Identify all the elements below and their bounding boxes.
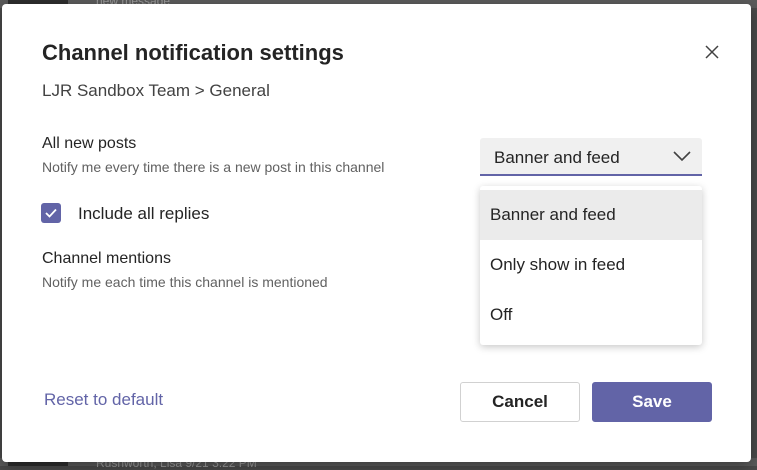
all-new-posts-dropdown-menu: Banner and feed Only show in feed Off [480,186,702,345]
reset-to-default-link[interactable]: Reset to default [44,390,163,410]
dialog-title: Channel notification settings [42,40,344,65]
menu-option-off[interactable]: Off [480,290,702,340]
all-new-posts-description: Notify me every time there is a new post… [42,159,385,175]
checkmark-icon [45,208,57,218]
breadcrumb: LJR Sandbox Team > General [42,81,270,100]
menu-option-only-show-in-feed[interactable]: Only show in feed [480,240,702,290]
channel-notification-dialog: Channel notification settings LJR Sandbo… [2,4,751,462]
cancel-button[interactable]: Cancel [460,382,580,422]
menu-option-banner-and-feed[interactable]: Banner and feed [480,190,702,240]
close-button[interactable] [700,40,724,64]
save-button[interactable]: Save [592,382,712,422]
all-new-posts-label: All new posts [42,135,137,152]
include-replies-checkbox[interactable] [41,203,61,223]
channel-mentions-description: Notify me each time this channel is ment… [42,274,328,290]
channel-mentions-label: Channel mentions [42,250,171,267]
select-current-value: Banner and feed [494,148,620,167]
close-icon [705,45,719,59]
all-new-posts-select[interactable]: Banner and feed [480,138,702,176]
chevron-down-icon [673,151,691,162]
include-replies-label: Include all replies [78,204,210,223]
